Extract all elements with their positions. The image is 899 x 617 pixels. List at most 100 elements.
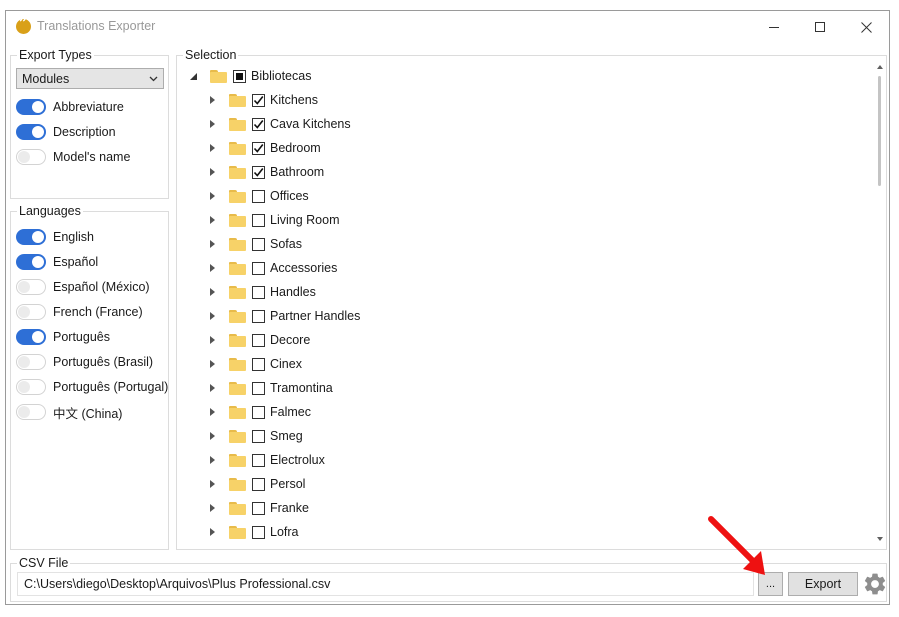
language-toggle-switch[interactable] <box>16 279 46 295</box>
tree-checkbox[interactable] <box>252 165 265 179</box>
expand-arrow-icon[interactable] <box>208 312 216 320</box>
tree-checkbox[interactable] <box>252 213 265 227</box>
tree-checkbox[interactable] <box>252 477 265 491</box>
tree-checkbox[interactable] <box>252 429 265 443</box>
tree-item-row[interactable]: Sofas <box>208 234 302 254</box>
language-toggle-row[interactable]: Português (Portugal) <box>16 377 168 397</box>
expand-arrow-icon[interactable] <box>208 456 216 464</box>
language-toggle-row[interactable]: Português (Brasil) <box>16 352 153 372</box>
expand-arrow-icon[interactable] <box>208 360 216 368</box>
export-type-toggle-row[interactable]: Abbreviature <box>16 97 124 117</box>
tree-checkbox[interactable] <box>252 381 265 395</box>
tree-checkbox[interactable] <box>252 189 265 203</box>
tree-checkbox[interactable] <box>252 309 265 323</box>
scroll-up-arrow-icon[interactable] <box>876 65 883 71</box>
expand-arrow-icon[interactable] <box>208 288 216 296</box>
language-toggle-switch[interactable] <box>16 404 46 420</box>
csv-file-group: CSV File C:\Users\diego\Desktop\Arquivos… <box>10 556 888 602</box>
tree-checkbox[interactable] <box>252 117 265 131</box>
settings-gear-icon[interactable] <box>862 571 888 597</box>
tree-item-row[interactable]: Persol <box>208 474 305 494</box>
minimize-button[interactable] <box>751 11 797 43</box>
expanded-arrow-icon[interactable] <box>189 72 197 80</box>
tree-item-row[interactable]: Bathroom <box>208 162 324 182</box>
tree-item-label: Franke <box>270 501 309 515</box>
language-toggle-row[interactable]: Español (México) <box>16 277 150 297</box>
tree-checkbox[interactable] <box>252 525 265 539</box>
expand-arrow-icon[interactable] <box>208 144 216 152</box>
scroll-down-arrow-icon[interactable] <box>876 537 883 543</box>
export-button[interactable]: Export <box>788 572 858 596</box>
expand-arrow-icon[interactable] <box>208 336 216 344</box>
export-type-toggle-row[interactable]: Description <box>16 122 116 142</box>
export-type-dropdown[interactable]: Modules <box>16 68 164 89</box>
tree-checkbox[interactable] <box>252 333 265 347</box>
export-type-toggle-switch[interactable] <box>16 149 46 165</box>
expand-arrow-icon[interactable] <box>208 264 216 272</box>
expand-arrow-icon[interactable] <box>208 168 216 176</box>
language-toggle-switch[interactable] <box>16 304 46 320</box>
expand-arrow-icon[interactable] <box>208 192 216 200</box>
tree-item-row[interactable]: Decore <box>208 330 310 350</box>
language-toggle-row[interactable]: 中文 (China) <box>16 402 122 422</box>
tree-checkbox[interactable] <box>252 93 265 107</box>
tree-checkbox[interactable] <box>252 285 265 299</box>
close-button[interactable] <box>843 11 889 43</box>
tree-item-row[interactable]: Bedroom <box>208 138 321 158</box>
tree-checkbox[interactable] <box>252 261 265 275</box>
tree-item-row[interactable]: Offices <box>208 186 309 206</box>
tree-item-label: Bedroom <box>270 141 321 155</box>
expand-arrow-icon[interactable] <box>208 480 216 488</box>
folder-icon <box>229 189 246 203</box>
tree-checkbox[interactable] <box>252 237 265 251</box>
expand-arrow-icon[interactable] <box>208 432 216 440</box>
language-toggle-row[interactable]: Português <box>16 327 110 347</box>
tree-checkbox[interactable] <box>252 405 265 419</box>
language-toggle-row[interactable]: Español <box>16 252 98 272</box>
expand-arrow-icon[interactable] <box>208 384 216 392</box>
tree-item-row[interactable]: Handles <box>208 282 316 302</box>
tree-item-row[interactable]: Living Room <box>208 210 339 230</box>
tree-item-row[interactable]: Electrolux <box>208 450 325 470</box>
tree-item-row[interactable]: Kitchens <box>208 90 318 110</box>
browse-button[interactable]: ... <box>758 572 783 596</box>
tree-root-row[interactable]: Bibliotecas <box>189 66 311 86</box>
tree-item-row[interactable]: Falmec <box>208 402 311 422</box>
tree-checkbox[interactable] <box>252 501 265 515</box>
language-toggle-switch[interactable] <box>16 229 46 245</box>
export-type-toggle-switch[interactable] <box>16 124 46 140</box>
tree-item-row[interactable]: Smeg <box>208 426 303 446</box>
tree-item-row[interactable]: Cava Kitchens <box>208 114 351 134</box>
tree-item-row[interactable]: Partner Handles <box>208 306 360 326</box>
expand-arrow-icon[interactable] <box>208 120 216 128</box>
expand-arrow-icon[interactable] <box>208 216 216 224</box>
tree-item-row[interactable]: Accessories <box>208 258 337 278</box>
expand-arrow-icon[interactable] <box>208 504 216 512</box>
tree-checkbox[interactable] <box>233 69 246 83</box>
maximize-button[interactable] <box>797 11 843 43</box>
expand-arrow-icon[interactable] <box>208 408 216 416</box>
expand-arrow-icon[interactable] <box>208 528 216 536</box>
csv-path-input[interactable]: C:\Users\diego\Desktop\Arquivos\Plus Pro… <box>17 572 754 596</box>
language-toggle-switch[interactable] <box>16 379 46 395</box>
language-toggle-label: Español <box>53 255 99 269</box>
language-toggle-switch[interactable] <box>16 354 46 370</box>
export-type-toggle-row[interactable]: Model's name <box>16 147 130 167</box>
tree-checkbox[interactable] <box>252 357 265 371</box>
tree-item-label: Bathroom <box>270 165 325 179</box>
tree-scrollbar[interactable] <box>875 64 884 544</box>
language-toggle-switch[interactable] <box>16 254 46 270</box>
tree-item-row[interactable]: Cinex <box>208 354 302 374</box>
language-toggle-row[interactable]: English <box>16 227 94 247</box>
tree-checkbox[interactable] <box>252 141 265 155</box>
scroll-thumb[interactable] <box>878 76 881 186</box>
export-type-toggle-switch[interactable] <box>16 99 46 115</box>
language-toggle-row[interactable]: French (France) <box>16 302 143 322</box>
tree-item-row[interactable]: Tramontina <box>208 378 333 398</box>
tree-item-row[interactable]: Franke <box>208 498 309 518</box>
tree-checkbox[interactable] <box>252 453 265 467</box>
tree-item-row[interactable]: Lofra <box>208 522 299 542</box>
expand-arrow-icon[interactable] <box>208 240 216 248</box>
language-toggle-switch[interactable] <box>16 329 46 345</box>
expand-arrow-icon[interactable] <box>208 96 216 104</box>
